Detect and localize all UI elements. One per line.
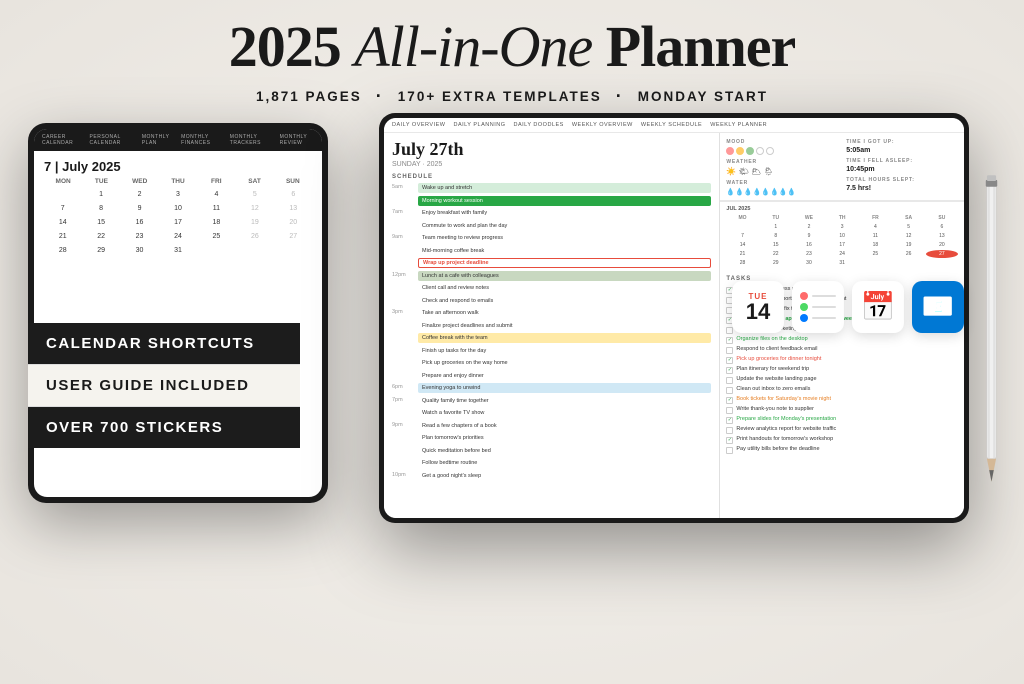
schedule-item: Finalize project deadlines and submit — [392, 321, 711, 331]
badge-stickers: OVER 700 STICKERS — [28, 407, 300, 448]
task-item: Write thank-you note to supplier — [726, 406, 958, 414]
reminders-list-icon[interactable] — [792, 281, 844, 333]
task-item: ✓ Book tickets for Saturday's movie nigh… — [726, 396, 958, 404]
schedule-item: 12pm Lunch at a cafe with colleagues — [392, 271, 711, 281]
mood-section: MOOD — [726, 139, 838, 155]
google-calendar-icon[interactable]: 📅 — [852, 281, 904, 333]
task-item: ✓ Prepare slides for Monday's presentati… — [726, 416, 958, 424]
task-item: Review analytics report for website traf… — [726, 426, 958, 434]
schedule-item: 7am Enjoy breakfast with family — [392, 208, 711, 218]
mood-circles — [726, 147, 838, 155]
task-item: Respond to client feedback email — [726, 346, 958, 354]
schedule-item: Plan tomorrow's priorities — [392, 433, 711, 443]
planner-date: July 27th — [392, 139, 711, 160]
main-title: 2025 All-in-One Planner — [229, 18, 796, 76]
schedule-item: Quick meditation before bed — [392, 446, 711, 456]
schedule-item: 7pm Quality family time together — [392, 396, 711, 406]
title-italic: All-in-One — [354, 14, 592, 79]
feature-badges: CALENDAR SHORTCUTS USER GUIDE INCLUDED O… — [28, 323, 300, 448]
task-item: Clean out inbox to zero emails — [726, 386, 958, 394]
pages-count: 1,871 PAGES — [256, 89, 362, 104]
pencil-icon — [979, 173, 1004, 498]
schedule-item: Finish up tasks for the day — [392, 346, 711, 356]
water-section: WATER 💧💧💧💧💧💧💧💧 — [726, 180, 838, 196]
calendar-day-headers: MON TUE WED THU FRI SAT SUN — [34, 178, 322, 185]
title-year: 2025 — [229, 14, 355, 79]
planner-left-column: July 27th SUNDAY · 2025 SCHEDULE 5am Wak… — [384, 133, 720, 518]
schedule-item: Client call and review notes — [392, 283, 711, 293]
task-item: ✓ Organize files on the desktop — [726, 336, 958, 344]
schedule-item: 3pm Take an afternoon walk — [392, 308, 711, 318]
schedule-item: Wrap up project deadline — [392, 258, 711, 268]
subtitle-row: 1,871 PAGES · 170+ EXTRA TEMPLATES · MON… — [256, 86, 768, 107]
schedule-item: 5am Wake up and stretch — [392, 183, 711, 193]
left-tablet-nav: CAREER CALENDAR PERSONAL CALENDAR MONTHL… — [34, 129, 322, 151]
task-item: ✓ Plan itinerary for weekend trip — [726, 366, 958, 374]
schedule-item: Coffee break with the team — [392, 333, 711, 343]
title-planner: Planner — [592, 14, 795, 79]
monday-start: MONDAY START — [638, 89, 768, 104]
main-content: CAREER CALENDAR PERSONAL CALENDAR MONTHL… — [0, 123, 1024, 684]
badge-calendar-shortcuts: CALENDAR SHORTCUTS — [28, 323, 300, 364]
task-item: Pay utility bills before the deadline — [726, 446, 958, 454]
schedule-item: Check and respond to emails — [392, 296, 711, 306]
app-icons-row: TUE 14 📅 — [732, 281, 964, 333]
badge-user-guide: USER GUIDE INCLUDED — [28, 364, 300, 407]
schedule-item: Mid-morning coffee break — [392, 246, 711, 256]
planner-day: SUNDAY · 2025 — [392, 161, 711, 168]
schedule-item: 9pm Read a few chapters of a book — [392, 421, 711, 431]
schedule-item: 6pm Evening yoga to unwind — [392, 383, 711, 393]
dot2: · — [616, 86, 624, 107]
dot1: · — [376, 86, 384, 107]
schedule-item: 9am Team meeting to review progress — [392, 233, 711, 243]
schedule-item: 10pm Get a good night's sleep — [392, 471, 711, 481]
schedule-item: Prepare and enjoy dinner — [392, 371, 711, 381]
calendar-month-title: 7 | July 2025 — [34, 151, 322, 178]
schedule-item: Commute to work and plan the day — [392, 221, 711, 231]
calendar-grid: 1 2 3 4 5 6 7 8 9 10 11 12 13 14 15 16 1 — [34, 188, 322, 257]
schedule-item: Watch a favorite TV show — [392, 408, 711, 418]
right-tablet-nav: DAILY OVERVIEW DAILY PLANNING DAILY DOOD… — [384, 118, 964, 133]
task-item: ✓ Print handouts for tomorrow's workshop — [726, 436, 958, 444]
schedule-item: Pick up groceries on the way home — [392, 358, 711, 368]
header-title: 2025 All-in-One Planner — [229, 18, 796, 76]
weather-section: WEATHER ☀️ 🌤 🌥 🌦 — [726, 159, 838, 176]
reminders-app-icon[interactable]: TUE 14 — [732, 281, 784, 333]
outlook-icon[interactable]: 📧 — [912, 281, 964, 333]
task-item: Update the website landing page — [726, 376, 958, 384]
templates-count: 170+ EXTRA TEMPLATES — [398, 89, 602, 104]
mini-cal-grid: MO TU WE TH FR SA SU 1 2 3 — [726, 214, 958, 267]
schedule-header: SCHEDULE — [392, 174, 711, 180]
calendar-date-number: 14 — [746, 301, 770, 323]
task-item: ✓ Pick up groceries for dinner tonight — [726, 356, 958, 364]
mini-calendar: JUL 2025 MO TU WE TH FR SA SU 1 — [720, 201, 964, 271]
page-wrapper: 2025 All-in-One Planner 1,871 PAGES · 17… — [0, 0, 1024, 684]
schedule-item: Follow bedtime routine — [392, 458, 711, 468]
schedule-item: Morning workout session — [392, 196, 711, 206]
right-top-metrics: MOOD — [720, 133, 964, 201]
